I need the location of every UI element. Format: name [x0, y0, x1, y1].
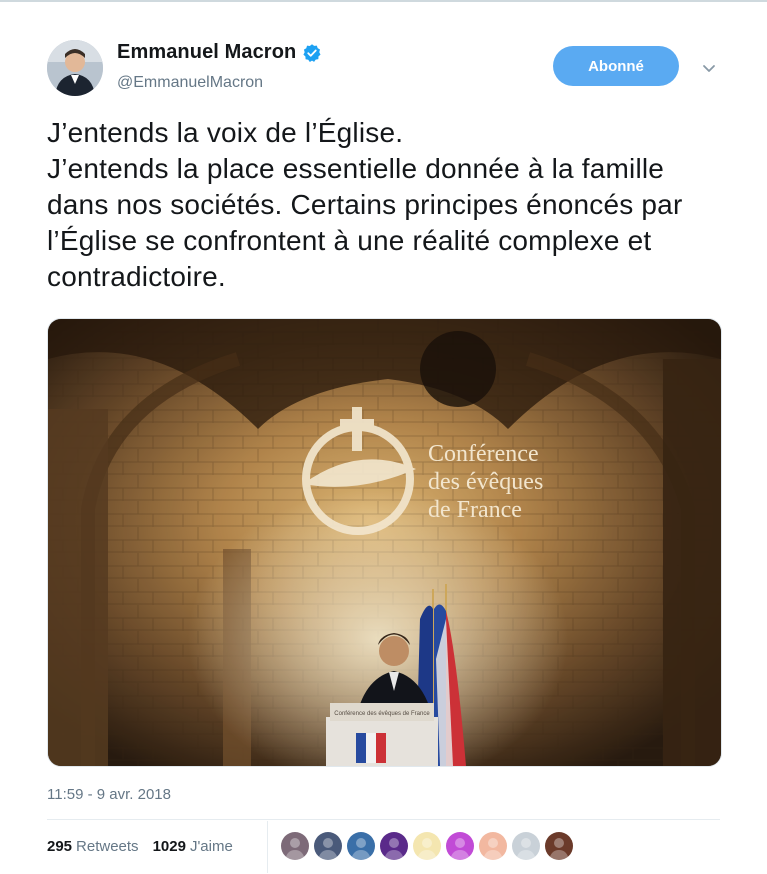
- verified-badge-icon: [303, 43, 321, 62]
- media-image: Conférence des évêques de France Confére…: [48, 319, 721, 766]
- top-border: [0, 0, 767, 2]
- tweet-stats: 295 Retweets 1029 J'aime: [47, 838, 233, 855]
- retweets-stat[interactable]: 295 Retweets: [47, 838, 139, 855]
- chevron-down-icon[interactable]: [699, 58, 719, 78]
- author-name[interactable]: Emmanuel Macron: [117, 41, 296, 64]
- tweet-timestamp[interactable]: 11:59 - 9 avr. 2018: [47, 786, 171, 803]
- liker-avatar[interactable]: [479, 832, 507, 860]
- author-handle[interactable]: @EmmanuelMacron: [117, 74, 263, 92]
- following-button[interactable]: Abonné: [553, 46, 679, 86]
- liker-avatar[interactable]: [347, 832, 375, 860]
- tweet-text: J’entends la voix de l’Église. J’entends…: [47, 117, 683, 292]
- liker-avatar[interactable]: [545, 832, 573, 860]
- author-avatar-image: [47, 40, 103, 96]
- liker-avatar[interactable]: [446, 832, 474, 860]
- liker-avatar[interactable]: [380, 832, 408, 860]
- tweet-media-photo[interactable]: Conférence des évêques de France Confére…: [47, 318, 722, 767]
- liker-avatar[interactable]: [314, 832, 342, 860]
- author-avatar[interactable]: [47, 40, 103, 96]
- likes-stat[interactable]: 1029 J'aime: [153, 838, 233, 855]
- liker-avatar[interactable]: [413, 832, 441, 860]
- stats-separator: [267, 821, 268, 873]
- author-name-row[interactable]: Emmanuel Macron: [117, 41, 322, 64]
- divider: [47, 819, 720, 820]
- liker-avatar[interactable]: [281, 832, 309, 860]
- liker-avatars: [281, 832, 573, 860]
- liker-avatar[interactable]: [512, 832, 540, 860]
